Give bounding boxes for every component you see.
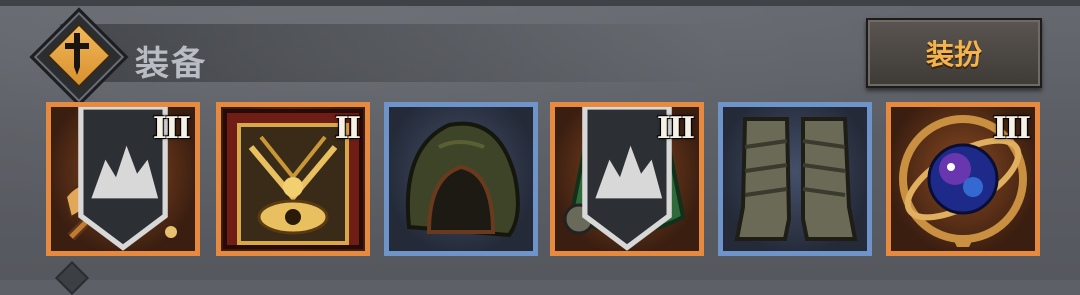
locked-banner-icon [555, 107, 672, 251]
dress-up-button-label: 装扮 [925, 38, 982, 71]
sword-icon [55, 27, 99, 81]
hood-icon [405, 121, 520, 238]
next-section-emblem [55, 261, 89, 295]
tier-badge: II [334, 111, 361, 146]
dress-up-button[interactable]: 装扮 [866, 18, 1042, 88]
equipment-slot-boots[interactable] [718, 102, 872, 256]
boots-icon [734, 117, 858, 241]
panel-top-edge [0, 0, 1080, 6]
equipment-slot-hood[interactable] [384, 102, 538, 256]
section-title: 装备 [135, 44, 207, 84]
tier-badge: III [992, 111, 1031, 146]
equipment-slot-orb[interactable]: III [886, 102, 1040, 256]
locked-banner-icon [51, 107, 168, 251]
equipment-slot-staff[interactable]: III [46, 102, 200, 256]
equipment-slot-armor[interactable]: III [550, 102, 704, 256]
equipment-panel: 装备 装扮 III II III III [0, 0, 1080, 295]
tier-badge: III [152, 111, 191, 146]
tier-badge: III [656, 111, 695, 146]
equipment-slot-tome[interactable]: II [216, 102, 370, 256]
